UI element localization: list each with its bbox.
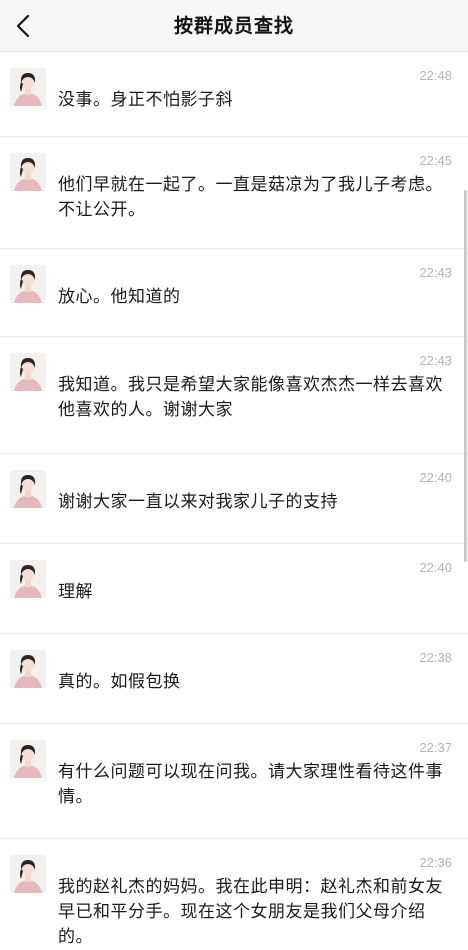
message-time: 22:40 xyxy=(419,560,452,575)
page-title: 按群成员查找 xyxy=(173,15,294,37)
avatar[interactable] xyxy=(10,153,46,191)
list-item[interactable]: 22:45 他们早就在一起了。一直是菇凉为了我儿子考虑。不让公开。 xyxy=(0,137,468,249)
scrollbar[interactable] xyxy=(464,190,467,562)
avatar[interactable] xyxy=(10,855,46,893)
message-time: 22:43 xyxy=(419,265,452,280)
avatar[interactable] xyxy=(10,470,46,508)
message-time: 22:37 xyxy=(419,740,452,755)
message-time: 22:48 xyxy=(419,68,452,83)
list-item[interactable]: 22:37 有什么问题可以现在问我。请大家理性看待这件事情。 xyxy=(0,724,468,839)
message-text: 放心。他知道的 xyxy=(58,287,181,307)
message-time: 22:36 xyxy=(419,855,452,870)
nav-bar: 按群成员查找 xyxy=(0,0,468,52)
avatar[interactable] xyxy=(10,740,46,778)
list-item[interactable]: 22:40 谢谢大家一直以来对我家儿子的支持 xyxy=(0,454,468,544)
message-text: 他们早就在一起了。一直是菇凉为了我儿子考虑。不让公开。 xyxy=(58,175,443,220)
avatar[interactable] xyxy=(10,560,46,598)
avatar[interactable] xyxy=(10,353,46,391)
avatar[interactable] xyxy=(10,265,46,303)
message-text: 我知道。我只是希望大家能像喜欢杰杰一样去喜欢他喜欢的人。谢谢大家 xyxy=(58,375,443,420)
message-text: 谢谢大家一直以来对我家儿子的支持 xyxy=(58,492,338,512)
message-text: 理解 xyxy=(58,582,93,602)
message-text: 有什么问题可以现在问我。请大家理性看待这件事情。 xyxy=(58,762,443,807)
message-text: 没事。身正不怕影子斜 xyxy=(58,90,233,110)
message-time: 22:43 xyxy=(419,353,452,368)
list-item[interactable]: 22:43 我知道。我只是希望大家能像喜欢杰杰一样去喜欢他喜欢的人。谢谢大家 xyxy=(0,337,468,454)
list-item[interactable]: 22:38 真的。如假包换 xyxy=(0,634,468,724)
avatar[interactable] xyxy=(10,68,46,106)
list-item[interactable]: 22:48 没事。身正不怕影子斜 xyxy=(0,52,468,137)
list-item[interactable]: 22:43 放心。他知道的 xyxy=(0,249,468,337)
avatar[interactable] xyxy=(10,650,46,688)
message-text: 我的赵礼杰的妈妈。我在此申明：赵礼杰和前女友早已和平分手。现在这个女朋友是我们父… xyxy=(58,877,443,947)
list-item[interactable]: 22:36 我的赵礼杰的妈妈。我在此申明：赵礼杰和前女友早已和平分手。现在这个女… xyxy=(0,839,468,947)
list-item[interactable]: 22:40 理解 xyxy=(0,544,468,634)
message-time: 22:40 xyxy=(419,470,452,485)
message-text: 真的。如假包换 xyxy=(58,672,181,692)
message-time: 22:38 xyxy=(419,650,452,665)
message-time: 22:45 xyxy=(419,153,452,168)
message-list[interactable]: 22:48 没事。身正不怕影子斜 22:45 他们早就在一起了。一直是菇凉为了我… xyxy=(0,52,468,947)
